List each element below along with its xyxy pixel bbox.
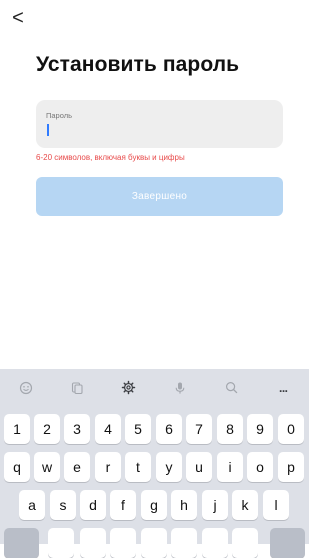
key-y[interactable]: y [156,452,182,482]
keyboard-row-2: a s d f g h j k l [0,490,309,520]
key-o[interactable]: o [247,452,273,482]
key-w[interactable]: w [34,452,60,482]
keyboard-row-1: q w e r t y u i o p [0,452,309,482]
shift-key[interactable] [4,528,39,558]
key-l[interactable]: l [263,490,289,520]
key-h[interactable]: h [171,490,197,520]
key-s[interactable]: s [50,490,76,520]
key-q[interactable]: q [4,452,30,482]
settings-gear-icon [122,380,136,395]
key-0[interactable]: 0 [278,414,304,444]
password-hint: 6-20 символов, включая буквы и цифры [36,153,185,162]
keyboard-row-3 [0,528,309,558]
clipboard-icon [72,381,83,394]
search-icon [226,381,238,394]
key-p[interactable]: p [278,452,304,482]
keyboard-row-numbers: 1 2 3 4 5 6 7 8 9 0 [0,414,309,444]
submit-button[interactable]: Завершено [36,177,283,216]
clipboard-button[interactable] [52,369,104,406]
emoji-button[interactable] [0,369,52,406]
key-e[interactable]: e [64,452,90,482]
key-d[interactable]: d [80,490,106,520]
key-r[interactable]: r [95,452,121,482]
key-8[interactable]: 8 [217,414,243,444]
key-g[interactable]: g [141,490,167,520]
key-u[interactable]: u [186,452,212,482]
key-t[interactable]: t [125,452,151,482]
key-6[interactable]: 6 [156,414,182,444]
emoji-icon [19,381,32,394]
password-input[interactable] [44,124,278,138]
password-field[interactable]: Пароль [36,100,283,148]
text-cursor [47,124,49,136]
letter-key[interactable] [141,528,167,558]
keyboard: ... 1 2 3 4 5 6 7 8 9 0 q w e r t y u i … [0,369,309,558]
letter-key[interactable] [110,528,136,558]
letter-key[interactable] [232,528,258,558]
more-icon: ... [278,380,288,395]
key-5[interactable]: 5 [125,414,151,444]
microphone-icon [175,382,185,394]
key-3[interactable]: 3 [64,414,90,444]
letter-key[interactable] [202,528,228,558]
letter-key[interactable] [80,528,106,558]
key-4[interactable]: 4 [95,414,121,444]
letter-key[interactable] [171,528,197,558]
voice-input-button[interactable] [155,369,207,406]
key-9[interactable]: 9 [247,414,273,444]
key-k[interactable]: k [232,490,258,520]
letter-key[interactable] [48,528,74,558]
more-button[interactable]: ... [258,369,310,406]
key-i[interactable]: i [217,452,243,482]
password-field-label: Пароль [46,111,73,120]
key-2[interactable]: 2 [34,414,60,444]
key-f[interactable]: f [110,490,136,520]
chevron-left-icon: < [12,7,24,29]
backspace-key[interactable] [270,528,305,558]
search-button[interactable] [206,369,258,406]
key-7[interactable]: 7 [186,414,212,444]
key-1[interactable]: 1 [4,414,30,444]
back-button[interactable]: < [9,7,27,29]
settings-button[interactable] [103,369,155,406]
key-j[interactable]: j [202,490,228,520]
key-a[interactable]: a [19,490,45,520]
keyboard-toolbar: ... [0,369,309,406]
page-title: Установить пароль [36,53,240,76]
